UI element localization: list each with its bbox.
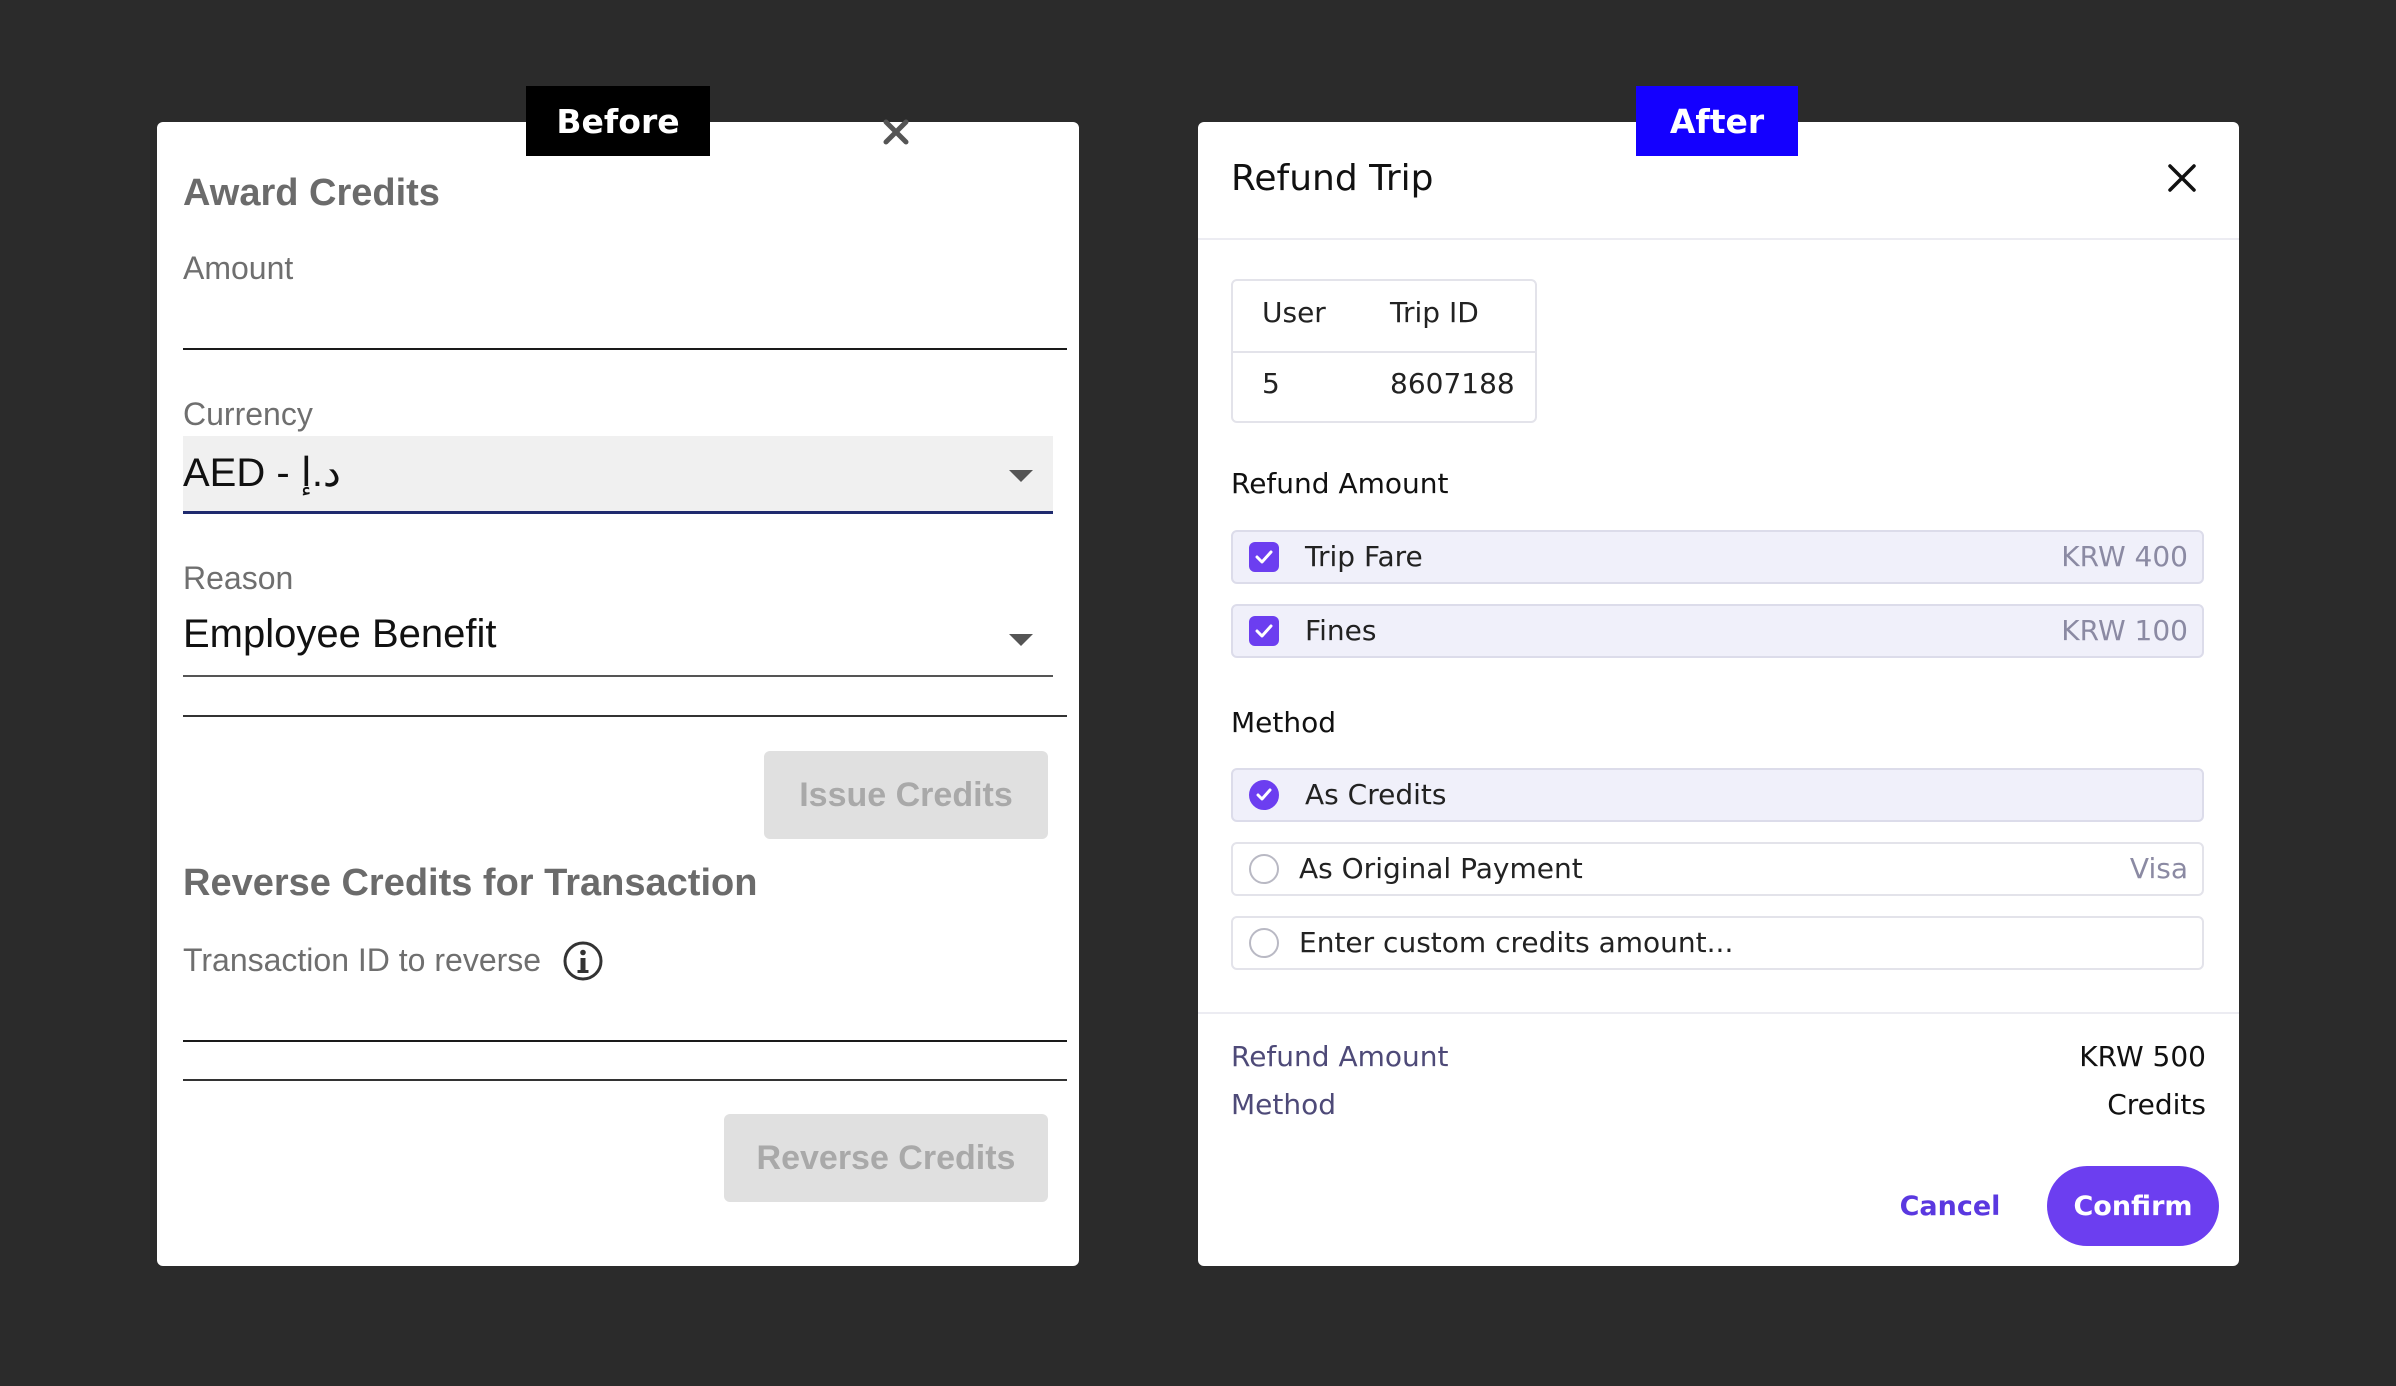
summary-divider <box>1198 1012 2239 1014</box>
table-header-trip-id: Trip ID <box>1390 296 1479 329</box>
radio-unselected-icon[interactable] <box>1249 928 1279 958</box>
currency-label: Currency <box>183 396 313 432</box>
checkbox-checked-icon[interactable] <box>1249 542 1279 572</box>
header-divider <box>1198 238 2239 240</box>
radio-unselected-icon[interactable] <box>1249 854 1279 884</box>
transaction-id-underline <box>183 1040 1067 1042</box>
dialog-title: Refund Trip <box>1231 158 1434 199</box>
table-cell-trip-id: 8607188 <box>1390 367 1515 400</box>
after-tag: After <box>1636 86 1798 156</box>
refund-item-fines[interactable]: Fines KRW 100 <box>1231 604 2204 658</box>
table-divider <box>1233 351 1535 353</box>
radio-selected-icon[interactable] <box>1249 780 1279 810</box>
method-option-note: Visa <box>2129 852 2188 885</box>
reason-underline <box>183 675 1053 677</box>
info-icon[interactable] <box>562 940 604 982</box>
close-icon[interactable] <box>2166 162 2198 194</box>
currency-underline <box>183 511 1053 514</box>
chevron-down-icon <box>1009 470 1033 482</box>
table-header-user: User <box>1262 296 1326 329</box>
summary-refund-value: KRW 500 <box>2079 1040 2206 1073</box>
divider <box>183 715 1067 717</box>
method-option-label: Enter custom credits amount... <box>1299 926 1734 959</box>
close-icon[interactable] <box>878 114 914 150</box>
cancel-button[interactable]: Cancel <box>1880 1166 2020 1246</box>
currency-value: AED - د.إ <box>183 451 341 495</box>
currency-select[interactable]: AED - د.إ <box>183 436 1053 514</box>
summary-method-value: Credits <box>2107 1088 2206 1121</box>
refund-item-label: Trip Fare <box>1305 540 1423 573</box>
divider <box>183 1079 1067 1081</box>
summary-refund-label: Refund Amount <box>1231 1040 1449 1073</box>
issue-credits-button[interactable]: Issue Credits <box>764 751 1048 839</box>
award-credits-title: Award Credits <box>183 172 440 214</box>
method-heading: Method <box>1231 706 1337 739</box>
amount-underline <box>183 348 1067 350</box>
reason-label: Reason <box>183 560 294 596</box>
reverse-credits-title: Reverse Credits for Transaction <box>183 862 758 904</box>
transaction-id-label: Transaction ID to reverse <box>183 942 542 978</box>
method-option-custom[interactable]: Enter custom credits amount... <box>1231 916 2204 970</box>
confirm-button[interactable]: Confirm <box>2047 1166 2219 1246</box>
reason-value: Employee Benefit <box>183 612 497 656</box>
refund-item-label: Fines <box>1305 614 1377 647</box>
transaction-id-input[interactable] <box>183 982 1067 1040</box>
reason-select[interactable]: Employee Benefit <box>183 600 1053 674</box>
amount-input[interactable] <box>183 290 1067 348</box>
method-option-label: As Credits <box>1305 778 1447 811</box>
refund-amount-heading: Refund Amount <box>1231 467 1449 500</box>
refund-item-amount: KRW 100 <box>2061 614 2188 647</box>
method-option-original-payment[interactable]: As Original Payment Visa <box>1231 842 2204 896</box>
summary-method-label: Method <box>1231 1088 1337 1121</box>
chevron-down-icon <box>1009 634 1033 646</box>
checkbox-checked-icon[interactable] <box>1249 616 1279 646</box>
method-option-label: As Original Payment <box>1299 852 1583 885</box>
before-tag: Before <box>526 86 710 156</box>
refund-item-amount: KRW 400 <box>2061 540 2188 573</box>
amount-label: Amount <box>183 250 294 286</box>
refund-item-trip-fare[interactable]: Trip Fare KRW 400 <box>1231 530 2204 584</box>
reverse-credits-button[interactable]: Reverse Credits <box>724 1114 1048 1202</box>
method-option-credits[interactable]: As Credits <box>1231 768 2204 822</box>
table-cell-user: 5 <box>1262 367 1280 400</box>
